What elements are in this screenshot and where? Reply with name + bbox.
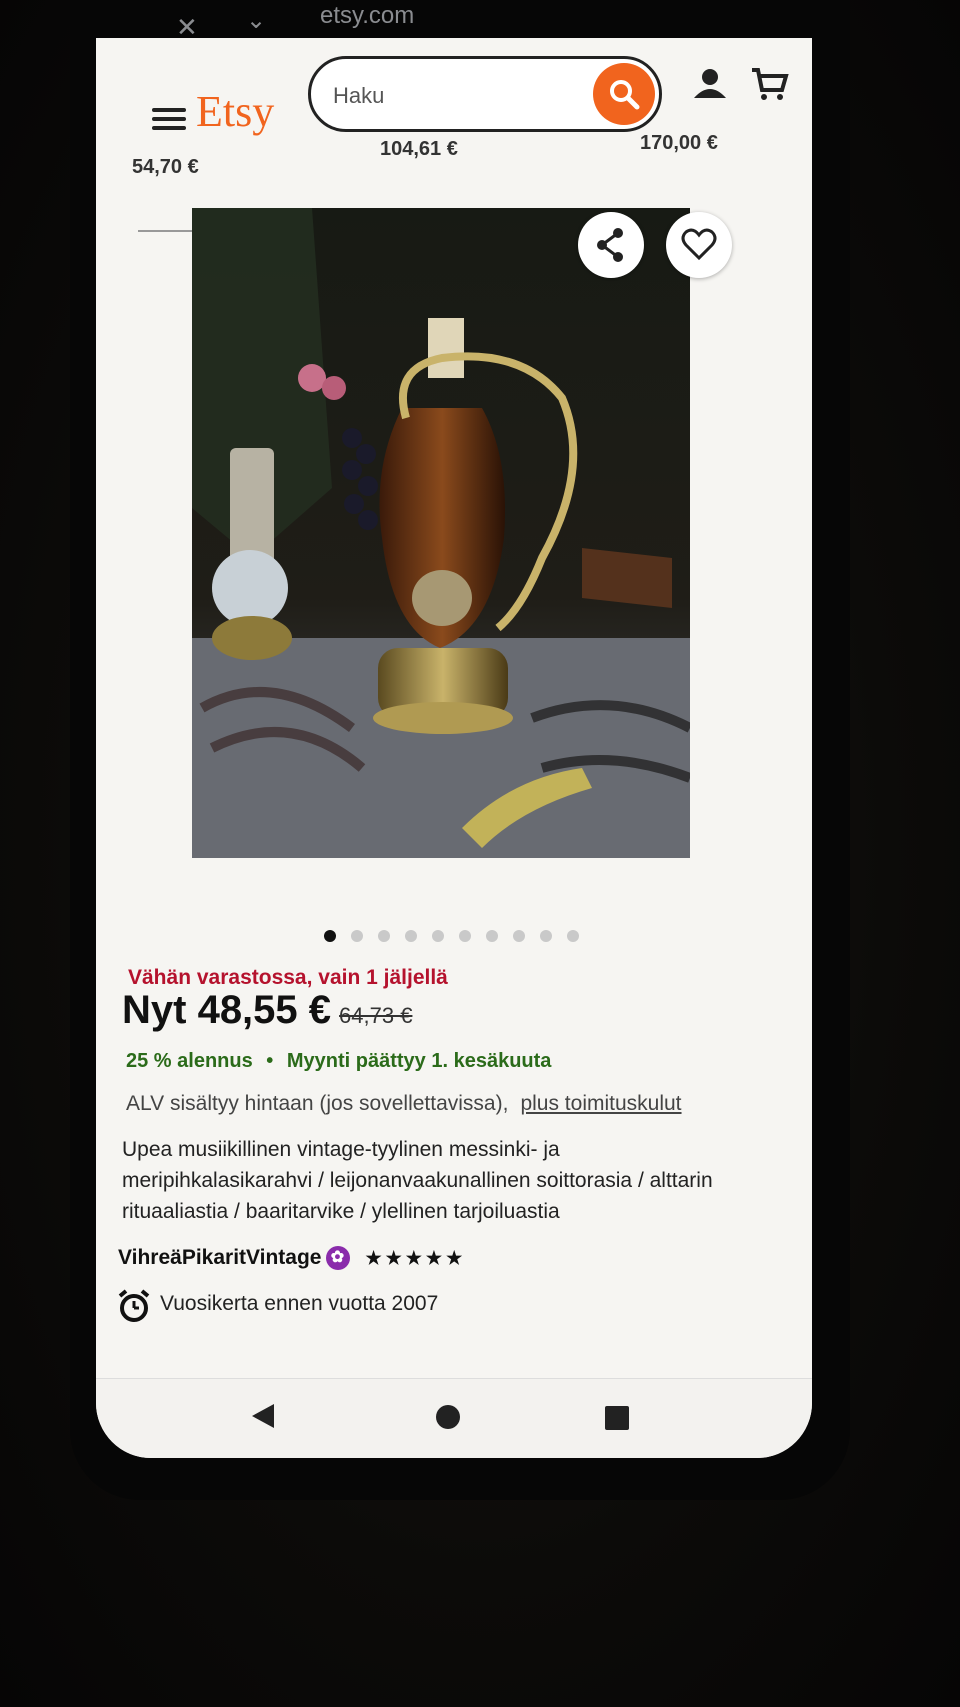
related-prices: 54,70 € 104,61 € 170,00 €	[96, 132, 812, 182]
share-button[interactable]	[578, 212, 644, 278]
android-nav-bar	[96, 1378, 812, 1458]
user-icon[interactable]	[690, 64, 730, 104]
divider	[138, 230, 198, 232]
rating-star-icon: ★	[405, 1248, 422, 1268]
pagination-dot[interactable]	[459, 930, 471, 942]
related-price[interactable]: 54,70 €	[132, 156, 199, 179]
search-button[interactable]	[593, 63, 655, 125]
related-price[interactable]: 104,61 €	[380, 138, 458, 161]
sale-separator: •	[266, 1050, 274, 1072]
discount-label: 25 % alennus	[126, 1050, 253, 1072]
rating-star-icon: ★	[385, 1248, 402, 1268]
vat-text: ALV sisältyy hintaan (jos sovellettaviss…	[126, 1092, 509, 1115]
etsy-logo[interactable]: Etsy	[196, 86, 274, 137]
rating-star-icon: ★	[425, 1248, 443, 1268]
stock-notice: Vähän varastossa, vain 1 jäljellä	[128, 966, 448, 989]
heart-icon	[681, 228, 717, 261]
rating-star-icon: ★	[365, 1248, 382, 1268]
sale-info: 25 % alennus • Myynti päättyy 1. kesäkuu…	[126, 1050, 551, 1073]
star-seller-badge-icon: ✿	[325, 1246, 350, 1271]
price-row: Nyt 48,55 € 64,73 €	[122, 988, 412, 1048]
pagination-dot[interactable]	[540, 930, 552, 942]
product-photo	[192, 208, 690, 858]
recents-icon[interactable]	[604, 1405, 630, 1431]
browser-bar: ✕ ⌄ etsy.com	[140, 0, 820, 42]
pagination-dot[interactable]	[351, 930, 363, 942]
pagination-dot[interactable]	[324, 930, 336, 942]
vintage-label: Vuosikerta ennen vuotta 2007	[160, 1292, 439, 1315]
home-icon[interactable]	[434, 1403, 462, 1431]
search-input[interactable]: Haku	[333, 83, 384, 109]
product-image[interactable]	[192, 208, 690, 858]
pagination-dot[interactable]	[513, 930, 525, 942]
pagination-dot[interactable]	[432, 930, 444, 942]
share-icon	[597, 228, 623, 262]
pagination-dot[interactable]	[405, 930, 417, 942]
seller-row[interactable]: VihreäPikaritVintage ✿ ★ ★ ★ ★ ★	[118, 1246, 463, 1271]
sale-end-label: Myynti päättyy 1. kesäkuuta	[286, 1050, 552, 1072]
search-icon	[610, 80, 640, 110]
menu-icon[interactable]	[152, 108, 186, 130]
shipping-costs-link[interactable]: plus toimituskulut	[520, 1092, 681, 1115]
chevron-down-icon[interactable]: ⌄	[246, 6, 266, 35]
current-price: Nyt 48,55 €	[122, 988, 332, 1032]
alarm-clock-icon	[118, 1289, 150, 1322]
original-price: 64,73 €	[339, 1003, 413, 1028]
vat-notice: ALV sisältyy hintaan (jos sovellettaviss…	[126, 1092, 682, 1116]
cart-icon[interactable]	[750, 64, 790, 104]
pagination-dot[interactable]	[378, 930, 390, 942]
seller-name[interactable]: VihreäPikaritVintage	[118, 1246, 322, 1269]
search-bar[interactable]: Haku	[308, 56, 662, 132]
related-price[interactable]: 170,00 €	[640, 132, 718, 155]
favorite-button[interactable]	[666, 212, 732, 278]
rating-star-icon: ★	[446, 1248, 463, 1268]
back-icon[interactable]	[248, 1401, 278, 1431]
screen: Etsy Haku 54,70 € 104,61 € 170,00 € Vähä…	[96, 38, 812, 1458]
listing-title: Upea musiikillinen vintage-tyylinen mess…	[122, 1138, 713, 1223]
pagination-dot[interactable]	[486, 930, 498, 942]
url-text[interactable]: etsy.com	[320, 2, 414, 30]
gallery-pagination	[96, 930, 812, 946]
pagination-dot[interactable]	[567, 930, 579, 942]
